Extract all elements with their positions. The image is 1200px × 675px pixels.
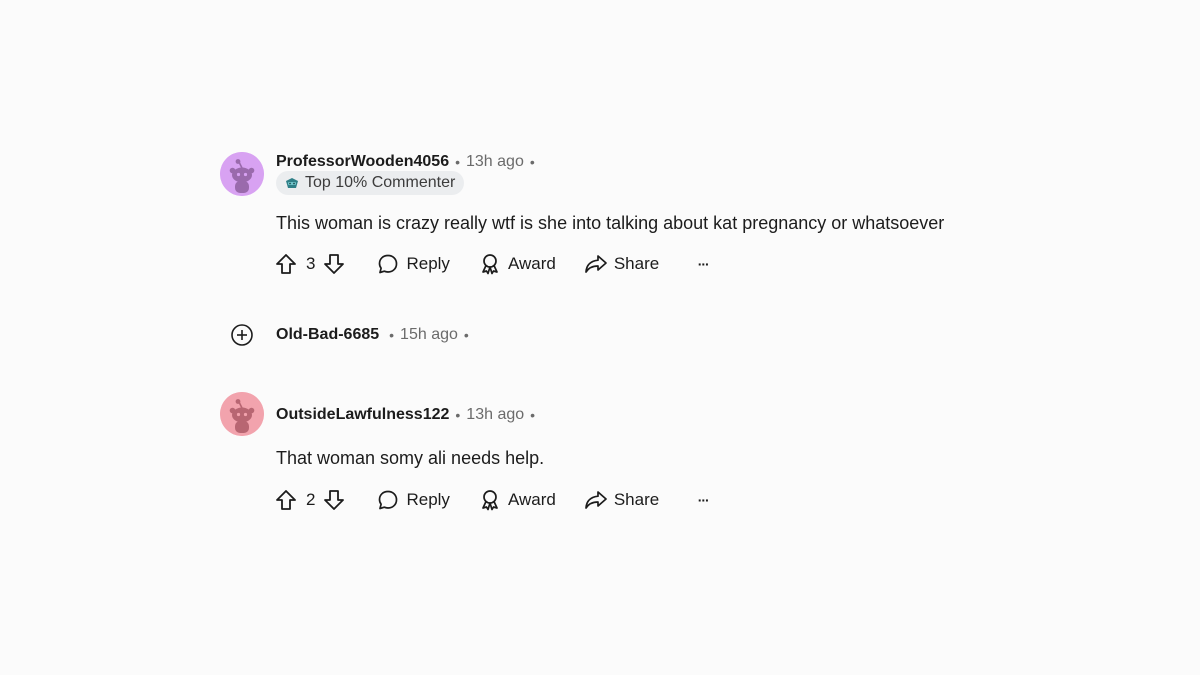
share-label: Share [613, 254, 660, 273]
avatar[interactable] [220, 392, 264, 436]
comment-body: That woman somy ali needs help. [276, 448, 545, 468]
separator: • [455, 154, 460, 170]
separator: • [463, 327, 469, 343]
timestamp[interactable]: 15h ago [400, 326, 458, 344]
ellipsis-icon: ··· [697, 256, 710, 272]
award-icon [478, 488, 502, 512]
share-button[interactable]: Share [584, 488, 659, 512]
share-label: Share [613, 490, 660, 509]
comment-actions: 2 Reply Award Share ··· [272, 484, 715, 516]
comment-meta: OutsideLawfulness122 • 13h ago • [276, 405, 541, 425]
vote-group: 2 [272, 486, 348, 514]
award-button[interactable]: Award [478, 252, 556, 276]
separator: • [455, 407, 461, 423]
award-label: Award [507, 254, 556, 273]
share-button[interactable]: Share [584, 252, 659, 276]
downvote-icon[interactable] [320, 486, 348, 514]
vote-group: 3 [272, 250, 348, 278]
timestamp[interactable]: 13h ago [466, 153, 524, 171]
downvote-icon[interactable] [320, 250, 348, 278]
username[interactable]: OutsideLawfulness122 [276, 406, 449, 424]
reply-button[interactable]: Reply [376, 252, 450, 276]
reply-label: Reply [406, 254, 450, 273]
badge-label: Top 10% Commenter [305, 174, 456, 191]
more-options-button[interactable]: ··· [691, 252, 715, 276]
comment-body: This woman is crazy really wtf is she in… [276, 213, 945, 233]
separator: • [529, 154, 535, 170]
upvote-icon[interactable] [272, 486, 300, 514]
snoo-avatar-icon [220, 152, 264, 196]
upvote-icon[interactable] [272, 250, 300, 278]
more-options-button[interactable]: ··· [691, 488, 715, 512]
award-icon [478, 252, 502, 276]
expand-button[interactable] [230, 323, 254, 347]
username[interactable]: ProfessorWooden4056 [276, 153, 449, 171]
top-commenter-icon [284, 176, 300, 190]
username[interactable]: Old-Bad-6685 [276, 326, 379, 344]
flair-badge: Top 10% Commenter [276, 171, 465, 195]
ellipsis-icon: ··· [697, 492, 710, 508]
chat-bubble-icon [376, 488, 400, 512]
vote-count: 2 [306, 490, 316, 509]
collapsed-comment: Old-Bad-6685 • 15h ago • [230, 322, 475, 348]
separator: • [530, 407, 536, 423]
comment-meta: ProfessorWooden4056 • 13h ago • [276, 152, 541, 172]
avatar[interactable] [220, 152, 264, 196]
share-arrow-icon [584, 252, 608, 276]
separator: • [389, 327, 395, 343]
chat-bubble-icon [376, 252, 400, 276]
snoo-avatar-icon [220, 392, 264, 436]
reply-label: Reply [406, 490, 450, 509]
share-arrow-icon [584, 488, 608, 512]
plus-circle-icon [231, 324, 253, 346]
award-button[interactable]: Award [478, 488, 556, 512]
vote-count: 3 [306, 254, 316, 273]
award-label: Award [507, 490, 556, 509]
timestamp[interactable]: 13h ago [466, 406, 524, 424]
comment-actions: 3 Reply Award Share ··· [272, 248, 715, 280]
reply-button[interactable]: Reply [376, 488, 450, 512]
